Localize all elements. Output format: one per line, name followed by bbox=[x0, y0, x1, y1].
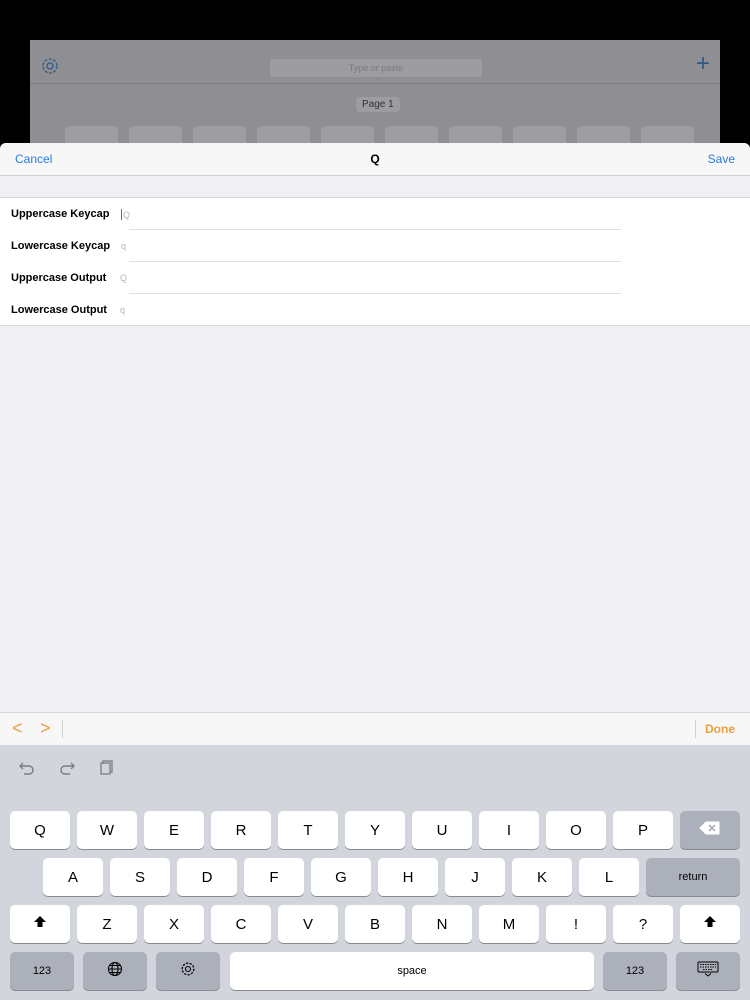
gear-icon bbox=[40, 56, 62, 78]
shift-icon bbox=[33, 915, 47, 933]
key-question[interactable]: ? bbox=[613, 905, 673, 943]
field-label: Lowercase Output bbox=[11, 304, 107, 316]
field-row-lowercase-keycap[interactable]: Lowercase Keycap q bbox=[0, 230, 750, 262]
on-screen-keyboard: Q W E R T Y U I O P A S D F G H J K L re… bbox=[0, 745, 750, 1000]
key-z[interactable]: Z bbox=[77, 905, 137, 943]
key-v[interactable]: V bbox=[278, 905, 338, 943]
key-b[interactable]: B bbox=[345, 905, 405, 943]
globe-icon bbox=[107, 961, 123, 981]
undo-icon[interactable] bbox=[18, 758, 36, 776]
key-f[interactable]: F bbox=[244, 858, 304, 896]
divider bbox=[695, 720, 696, 738]
key-y[interactable]: Y bbox=[345, 811, 405, 849]
key-x[interactable]: X bbox=[144, 905, 204, 943]
key-s[interactable]: S bbox=[110, 858, 170, 896]
text-caret bbox=[121, 209, 122, 220]
field-value: Q bbox=[123, 210, 131, 220]
backspace-icon bbox=[699, 821, 721, 839]
shift-key-right[interactable] bbox=[680, 905, 740, 943]
navigation-bar: Cancel Q Save bbox=[0, 143, 750, 176]
key-n[interactable]: N bbox=[412, 905, 472, 943]
page-title: Q bbox=[370, 152, 380, 166]
delete-key[interactable] bbox=[680, 811, 740, 849]
globe-key[interactable] bbox=[83, 952, 147, 990]
save-button[interactable]: Save bbox=[708, 152, 735, 166]
key-e[interactable]: E bbox=[144, 811, 204, 849]
previous-field-button[interactable]: < bbox=[12, 719, 23, 737]
lowercase-keycap-input[interactable]: q bbox=[121, 241, 126, 251]
key-u[interactable]: U bbox=[412, 811, 472, 849]
divider bbox=[62, 720, 63, 738]
key-l[interactable]: L bbox=[579, 858, 639, 896]
key-g[interactable]: G bbox=[311, 858, 371, 896]
key-a[interactable]: A bbox=[43, 858, 103, 896]
key-form: Uppercase Keycap Q Lowercase Keycap q Up… bbox=[0, 197, 750, 326]
redo-icon[interactable] bbox=[58, 758, 76, 776]
uppercase-output-input[interactable]: Q bbox=[120, 273, 127, 283]
numbers-key-right[interactable]: 123 bbox=[603, 952, 667, 990]
shift-icon bbox=[703, 915, 717, 933]
return-key[interactable]: return bbox=[646, 858, 740, 896]
done-button[interactable]: Done bbox=[705, 722, 735, 736]
key-p[interactable]: P bbox=[613, 811, 673, 849]
field-label: Lowercase Keycap bbox=[11, 240, 111, 252]
key-w[interactable]: W bbox=[77, 811, 137, 849]
keyboard-dismiss-icon bbox=[697, 961, 719, 981]
key-m[interactable]: M bbox=[479, 905, 539, 943]
background-toolbar: Type or paste + bbox=[30, 40, 720, 84]
key-d[interactable]: D bbox=[177, 858, 237, 896]
field-row-uppercase-keycap[interactable]: Uppercase Keycap Q bbox=[0, 198, 750, 230]
key-r[interactable]: R bbox=[211, 811, 271, 849]
background-app: Type or paste + Page 1 bbox=[30, 40, 720, 150]
key-o[interactable]: O bbox=[546, 811, 606, 849]
key-h[interactable]: H bbox=[378, 858, 438, 896]
edit-key-sheet: Cancel Q Save Uppercase Keycap Q Lowerca… bbox=[0, 143, 750, 745]
uppercase-keycap-input[interactable]: Q bbox=[121, 209, 130, 220]
lowercase-output-input[interactable]: q bbox=[120, 305, 125, 315]
input-accessory-bar: < > Done bbox=[0, 712, 750, 745]
field-row-lowercase-output[interactable]: Lowercase Output q bbox=[0, 294, 750, 326]
settings-key[interactable] bbox=[156, 952, 220, 990]
background-search-field: Type or paste bbox=[270, 59, 482, 77]
next-field-button[interactable]: > bbox=[40, 719, 51, 737]
space-key[interactable]: space bbox=[230, 952, 594, 990]
field-label: Uppercase Keycap bbox=[11, 208, 110, 220]
key-t[interactable]: T bbox=[278, 811, 338, 849]
key-c[interactable]: C bbox=[211, 905, 271, 943]
field-label: Uppercase Output bbox=[11, 272, 107, 284]
field-row-uppercase-output[interactable]: Uppercase Output Q bbox=[0, 262, 750, 294]
gear-icon bbox=[180, 961, 196, 981]
key-i[interactable]: I bbox=[479, 811, 539, 849]
key-exclamation[interactable]: ! bbox=[546, 905, 606, 943]
dismiss-keyboard-key[interactable] bbox=[676, 952, 740, 990]
key-k[interactable]: K bbox=[512, 858, 572, 896]
key-j[interactable]: J bbox=[445, 858, 505, 896]
numbers-key-left[interactable]: 123 bbox=[10, 952, 74, 990]
key-q[interactable]: Q bbox=[10, 811, 70, 849]
plus-icon: + bbox=[695, 50, 710, 77]
page-label: Page 1 bbox=[356, 97, 400, 112]
shift-key-left[interactable] bbox=[10, 905, 70, 943]
paste-icon[interactable] bbox=[98, 758, 116, 776]
shortcut-bar bbox=[18, 758, 116, 776]
